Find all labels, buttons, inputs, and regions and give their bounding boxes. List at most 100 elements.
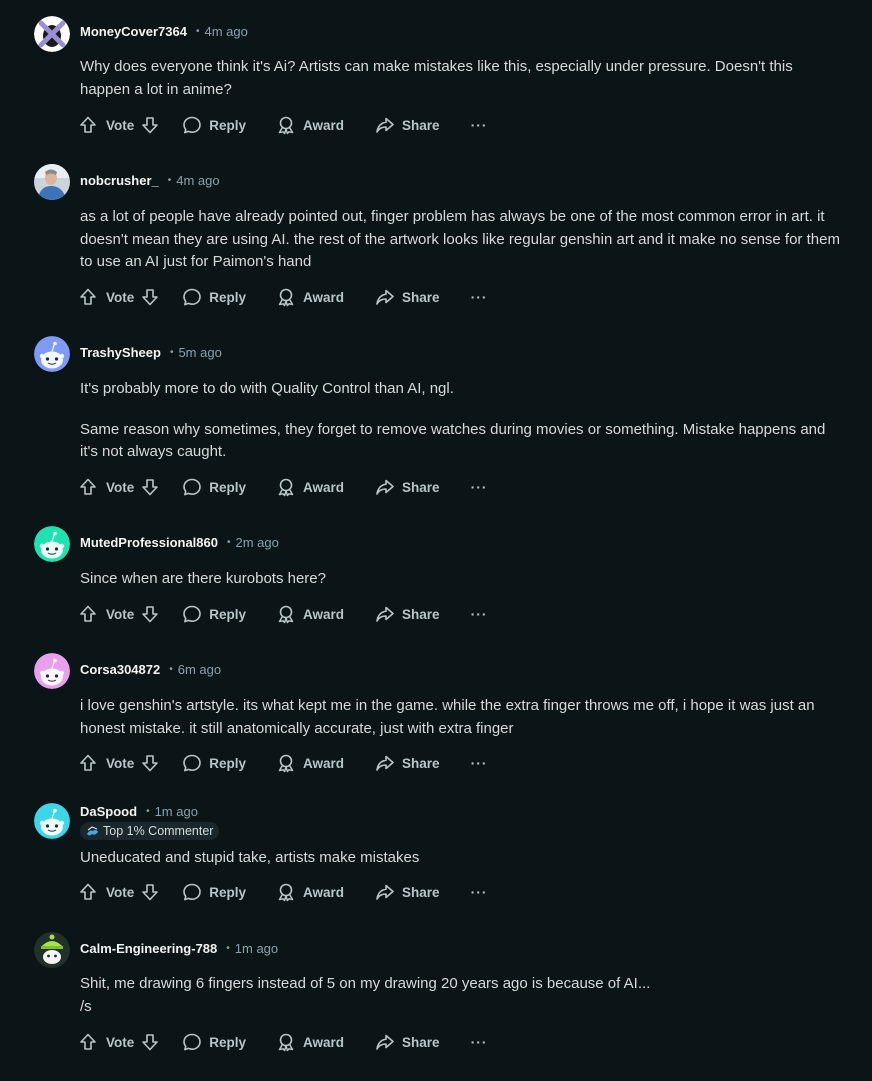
reply-button[interactable]: Reply [182, 473, 246, 501]
separator-dot: • [146, 805, 150, 817]
reply-label: Reply [209, 479, 247, 495]
username[interactable]: MutedProfessional860 [80, 535, 218, 550]
comment-meta: DaSpood • 1m ago [80, 801, 198, 821]
more-options-button[interactable]: ··· [471, 473, 488, 501]
share-icon [375, 604, 395, 624]
comment-meta: TrashySheep • 5m ago [80, 342, 222, 362]
reply-label: Reply [209, 117, 247, 133]
timestamp[interactable]: 6m ago [178, 662, 221, 677]
timestamp[interactable]: 4m ago [176, 173, 219, 188]
award-button[interactable]: Award [276, 1028, 344, 1056]
award-label: Award [303, 289, 345, 305]
reply-button[interactable]: Reply [182, 600, 246, 628]
award-button[interactable]: Award [276, 283, 344, 311]
more-options-button[interactable]: ··· [471, 878, 488, 906]
award-icon [276, 882, 296, 902]
more-options-button[interactable]: ··· [471, 111, 488, 139]
award-icon [276, 115, 296, 135]
share-button[interactable]: Share [375, 749, 440, 777]
award-button[interactable]: Award [276, 749, 344, 777]
username[interactable]: Corsa304872 [80, 662, 160, 677]
upvote-icon[interactable] [78, 753, 98, 773]
timestamp[interactable]: 5m ago [178, 345, 221, 360]
vote-group: Vote [78, 600, 160, 628]
downvote-icon[interactable] [140, 1032, 160, 1052]
timestamp[interactable]: 4m ago [204, 24, 247, 39]
username[interactable]: nobcrusher_ [80, 173, 159, 188]
reply-button[interactable]: Reply [182, 878, 246, 906]
downvote-icon[interactable] [140, 477, 160, 497]
share-button[interactable]: Share [375, 878, 440, 906]
upvote-icon[interactable] [78, 477, 98, 497]
comment-body: Shit, me drawing 6 fingers instead of 5 … [80, 973, 840, 1018]
upvote-icon[interactable] [78, 1032, 98, 1052]
more-options-icon: ··· [470, 117, 488, 133]
award-label: Award [303, 117, 345, 133]
share-button[interactable]: Share [375, 111, 440, 139]
vote-group: Vote [78, 473, 160, 501]
award-icon [276, 604, 296, 624]
timestamp[interactable]: 1m ago [155, 804, 198, 819]
award-button[interactable]: Award [276, 473, 344, 501]
share-label: Share [402, 755, 440, 771]
award-label: Award [303, 884, 345, 900]
separator-dot: • [167, 174, 172, 186]
downvote-icon[interactable] [140, 882, 160, 902]
more-options-button[interactable]: ··· [471, 600, 488, 628]
timestamp[interactable]: 1m ago [235, 941, 278, 956]
user-avatar[interactable] [34, 803, 70, 839]
user-avatar[interactable] [34, 653, 70, 689]
reply-label: Reply [209, 289, 247, 305]
share-label: Share [402, 884, 440, 900]
more-options-button[interactable]: ··· [471, 1028, 488, 1056]
reply-button[interactable]: Reply [182, 111, 246, 139]
user-avatar[interactable] [34, 932, 70, 968]
user-avatar[interactable] [34, 16, 70, 52]
downvote-icon[interactable] [140, 287, 160, 307]
crossed-avatar-icon [34, 16, 70, 52]
share-label: Share [402, 1034, 440, 1050]
user-avatar[interactable] [34, 164, 70, 200]
username[interactable]: TrashySheep [80, 345, 161, 360]
award-button[interactable]: Award [276, 878, 344, 906]
username[interactable]: DaSpood [80, 804, 137, 819]
vote-label: Vote [106, 117, 135, 133]
reply-button[interactable]: Reply [182, 1028, 246, 1056]
share-icon [375, 287, 395, 307]
timestamp[interactable]: 2m ago [236, 535, 279, 550]
award-button[interactable]: Award [276, 600, 344, 628]
reply-button[interactable]: Reply [182, 749, 246, 777]
share-icon [375, 882, 395, 902]
more-options-icon: ··· [470, 755, 488, 771]
downvote-icon[interactable] [140, 115, 160, 135]
vote-label: Vote [106, 1034, 135, 1050]
downvote-icon[interactable] [140, 753, 160, 773]
vote-group: Vote [78, 749, 160, 777]
upvote-icon[interactable] [78, 287, 98, 307]
downvote-icon[interactable] [140, 604, 160, 624]
reply-button[interactable]: Reply [182, 283, 246, 311]
user-avatar[interactable] [34, 526, 70, 562]
comment-text: Shit, me drawing 6 fingers instead of 5 … [80, 975, 651, 992]
share-button[interactable]: Share [375, 600, 440, 628]
upvote-icon[interactable] [78, 115, 98, 135]
share-button[interactable]: Share [375, 473, 440, 501]
upvote-icon[interactable] [78, 882, 98, 902]
username[interactable]: MoneyCover7364 [80, 24, 187, 39]
vote-label: Vote [106, 884, 135, 900]
more-options-icon: ··· [470, 606, 488, 622]
reply-label: Reply [209, 884, 247, 900]
more-options-button[interactable]: ··· [471, 749, 488, 777]
upvote-icon[interactable] [78, 604, 98, 624]
comment-text: Why does everyone think it's Ai? Artists… [80, 58, 793, 98]
award-icon [276, 477, 296, 497]
award-button[interactable]: Award [276, 111, 344, 139]
separator-dot: • [226, 942, 230, 954]
separator-dot: • [227, 536, 231, 548]
share-button[interactable]: Share [375, 283, 440, 311]
award-label: Award [303, 479, 345, 495]
username[interactable]: Calm-Engineering-788 [80, 941, 217, 956]
user-avatar[interactable] [34, 336, 70, 372]
more-options-button[interactable]: ··· [471, 283, 488, 311]
share-button[interactable]: Share [375, 1028, 440, 1056]
